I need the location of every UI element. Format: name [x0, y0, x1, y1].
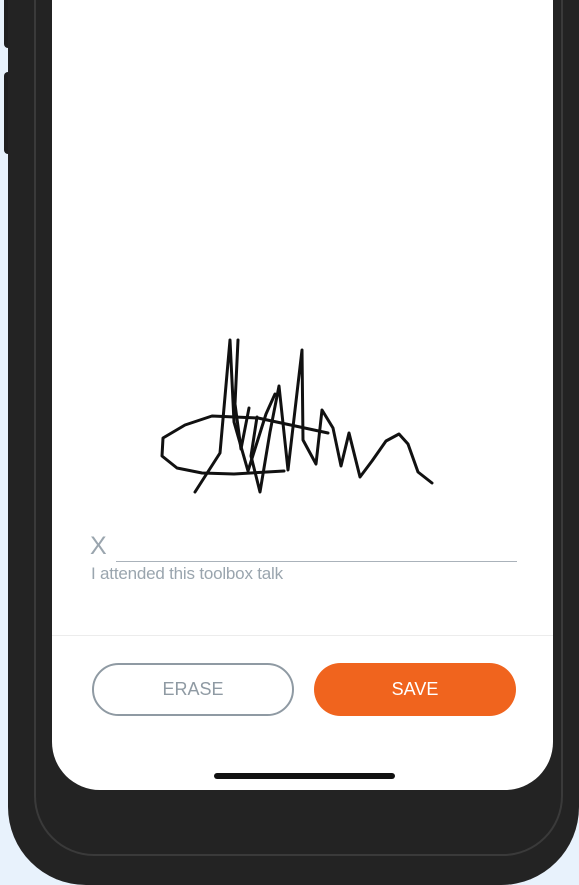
save-button[interactable]: SAVE	[314, 663, 516, 716]
phone-frame: X I attended this toolbox talk ERASE SAV…	[8, 0, 579, 885]
signature-strokes	[160, 338, 434, 494]
signature-caption: I attended this toolbox talk	[91, 564, 283, 583]
erase-button[interactable]: ERASE	[92, 663, 294, 716]
signature-x-mark: X	[90, 532, 107, 560]
divider	[52, 635, 553, 636]
screen: X I attended this toolbox talk ERASE SAV…	[52, 0, 553, 790]
home-indicator[interactable]	[214, 773, 395, 779]
signature-line	[116, 561, 517, 562]
